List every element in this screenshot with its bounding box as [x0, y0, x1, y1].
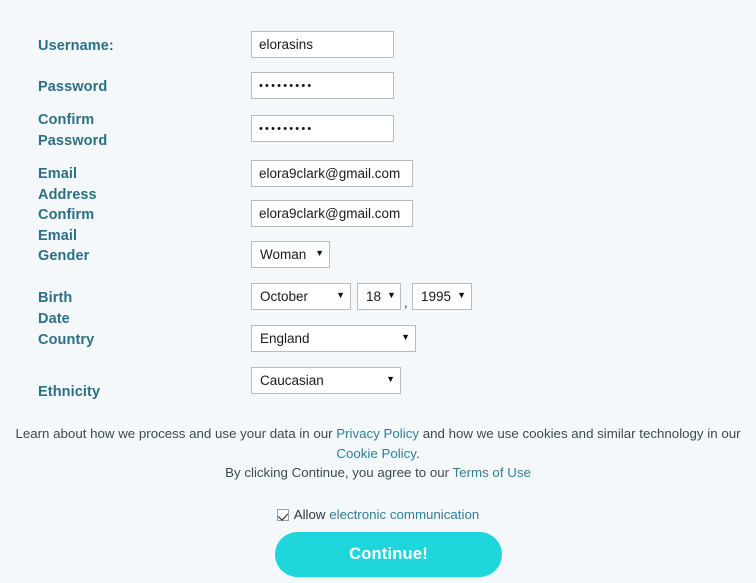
birth-date-separator: , [404, 295, 408, 310]
consent-prefix: Allow [293, 507, 330, 522]
allow-communication-checkbox[interactable] [276, 509, 289, 521]
legal-line1-part3: . [415, 445, 420, 461]
legal-line2-part1: By clicking Continue, you agree to our [225, 465, 453, 480]
label-country: Country [38, 332, 95, 348]
consent-row: Allow electronic communication [0, 507, 756, 522]
username-input[interactable]: elorasins [251, 31, 394, 58]
birth-day-select[interactable]: 18 ▼ [357, 283, 401, 310]
birth-year-value: 1995 [421, 289, 452, 304]
continue-button[interactable]: Continue! [275, 532, 502, 577]
gender-select[interactable]: Woman ▼ [251, 241, 330, 268]
label-birth-date: Birth Date [38, 290, 73, 327]
ethnicity-select[interactable]: Caucasian ▼ [251, 367, 401, 394]
country-select[interactable]: England ▼ [251, 325, 416, 352]
birth-month-select[interactable]: October ▼ [251, 283, 351, 310]
birth-month-value: October [260, 289, 309, 304]
terms-of-use-link[interactable]: Terms of Use [453, 465, 531, 480]
cookie-policy-link[interactable]: Cookie Policy [336, 446, 416, 461]
electronic-communication-link[interactable]: electronic communication [329, 507, 479, 522]
confirm-password-masked-value: ••••••••• [259, 123, 314, 135]
country-select-value: England [260, 331, 310, 346]
label-confirm-password: Confirm Password [38, 112, 108, 149]
confirm-email-input[interactable]: elora9clark@gmail.com [251, 200, 413, 227]
label-ethnicity: Ethnicity [38, 384, 101, 400]
legal-line1-part1: Learn about how we process and use your … [15, 426, 337, 441]
label-confirm-email: Confirm Email [38, 207, 95, 244]
label-email-address: Email Address [38, 166, 97, 203]
chevron-down-icon: ▼ [386, 374, 395, 384]
chevron-down-icon: ▼ [401, 332, 410, 342]
birth-year-select[interactable]: 1995 ▼ [412, 283, 472, 310]
password-input[interactable]: ••••••••• [251, 72, 394, 99]
chevron-down-icon: ▼ [387, 290, 396, 300]
email-input[interactable]: elora9clark@gmail.com [251, 160, 413, 187]
password-masked-value: ••••••••• [259, 80, 314, 92]
legal-text: Learn about how we process and use your … [0, 424, 756, 483]
label-gender: Gender [38, 248, 90, 264]
legal-line1-part2: and how we use cookies and similar techn… [419, 426, 741, 441]
chevron-down-icon: ▼ [457, 290, 466, 300]
privacy-policy-link[interactable]: Privacy Policy [336, 426, 419, 441]
gender-select-value: Woman [260, 247, 307, 262]
chevron-down-icon: ▼ [315, 248, 324, 258]
label-password: Password [38, 79, 108, 95]
confirm-password-input[interactable]: ••••••••• [251, 115, 394, 142]
birth-day-value: 18 [366, 289, 382, 304]
ethnicity-select-value: Caucasian [260, 373, 324, 388]
label-username: Username: [38, 38, 114, 54]
chevron-down-icon: ▼ [336, 290, 345, 300]
